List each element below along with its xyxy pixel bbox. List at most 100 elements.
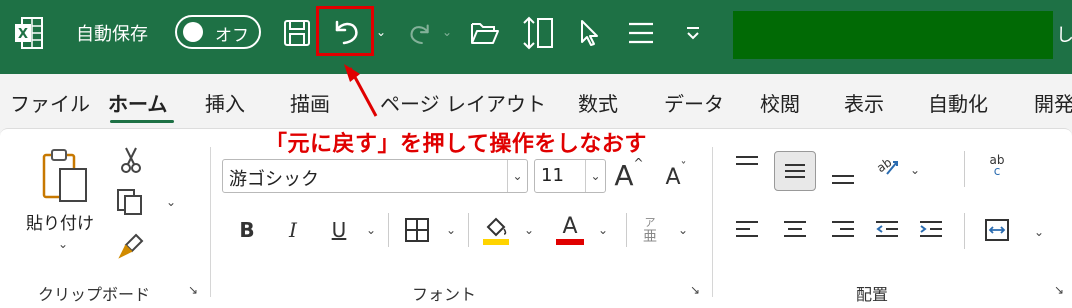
font-color-button[interactable]: A bbox=[552, 211, 588, 249]
merge-cells-icon bbox=[985, 219, 1009, 241]
align-middle-button[interactable] bbox=[774, 151, 816, 191]
decrease-indent-button[interactable] bbox=[870, 213, 904, 247]
clipboard-launcher-icon[interactable]: ↘ bbox=[188, 283, 202, 297]
alignment-launcher-icon[interactable]: ↘ bbox=[1054, 283, 1068, 297]
borders-button[interactable] bbox=[400, 213, 434, 247]
font-group-label: フォント bbox=[412, 285, 477, 304]
open-button[interactable] bbox=[468, 16, 502, 50]
text-orientation-icon: ab bbox=[874, 155, 898, 175]
paste-button[interactable] bbox=[38, 147, 94, 205]
align-top-icon bbox=[736, 156, 758, 165]
underline-dropdown-icon[interactable]: ⌄ bbox=[366, 223, 376, 237]
font-name-select[interactable]: 游ゴシック ⌄ bbox=[222, 159, 528, 193]
customize-icon bbox=[687, 27, 699, 40]
font-color-dropdown-icon[interactable]: ⌄ bbox=[598, 223, 608, 237]
autosave-toggle[interactable]: オフ bbox=[175, 15, 261, 49]
align-left-button[interactable] bbox=[730, 213, 764, 247]
grow-font-label: A bbox=[614, 158, 634, 192]
align-right-icon bbox=[832, 221, 854, 237]
tab-file[interactable]: ファイル bbox=[10, 88, 90, 117]
phonetic-bottom: 亜 bbox=[643, 228, 657, 245]
tab-automate[interactable]: 自動化 bbox=[928, 88, 988, 117]
tab-data[interactable]: データ bbox=[664, 88, 724, 117]
orientation-dropdown-icon[interactable]: ⌄ bbox=[910, 163, 920, 177]
scissors-icon bbox=[121, 147, 141, 173]
increase-indent-button[interactable] bbox=[914, 213, 948, 247]
title-bar: X 自動保存 オフ ⌄ ⌄ し bbox=[0, 0, 1072, 74]
italic-button[interactable]: I bbox=[280, 213, 306, 247]
bold-button[interactable]: B bbox=[234, 213, 260, 247]
font-size-select[interactable]: 11 ⌄ bbox=[534, 159, 606, 193]
customize-button[interactable] bbox=[678, 18, 708, 48]
align-right-button[interactable] bbox=[826, 213, 860, 247]
borders-dropdown-icon[interactable]: ⌄ bbox=[446, 223, 456, 237]
paste-dropdown-icon[interactable]: ⌄ bbox=[58, 237, 68, 251]
font-name-value: 游ゴシック bbox=[229, 169, 319, 190]
pointer-button[interactable] bbox=[574, 16, 604, 50]
increase-indent-icon bbox=[920, 221, 942, 237]
undo-button[interactable] bbox=[316, 6, 374, 56]
merge-center-button[interactable] bbox=[980, 213, 1014, 247]
phonetic-top: ア bbox=[644, 215, 656, 229]
undo-dropdown-icon[interactable]: ⌄ bbox=[374, 22, 388, 42]
cut-button[interactable] bbox=[116, 143, 146, 177]
excel-logo-icon: X bbox=[14, 16, 44, 50]
fill-color-dropdown-icon[interactable]: ⌄ bbox=[524, 223, 534, 237]
paste-icon bbox=[42, 149, 87, 202]
list-button[interactable] bbox=[624, 16, 658, 50]
paintbrush-icon bbox=[118, 233, 144, 259]
tab-review[interactable]: 校閲 bbox=[760, 88, 800, 117]
svg-text:ab: ab bbox=[874, 155, 894, 175]
wrap-text-button[interactable]: ab c bbox=[980, 149, 1014, 183]
separator bbox=[388, 213, 389, 247]
tab-insert[interactable]: 挿入 bbox=[205, 88, 245, 117]
separator bbox=[964, 213, 965, 249]
tab-view[interactable]: 表示 bbox=[844, 88, 884, 117]
active-tab-underline bbox=[110, 120, 174, 123]
align-center-button[interactable] bbox=[778, 213, 812, 247]
tab-draw[interactable]: 描画 bbox=[290, 88, 330, 117]
align-bottom-button[interactable] bbox=[826, 157, 860, 191]
fill-color-button[interactable] bbox=[478, 211, 514, 249]
title-tail: し bbox=[1056, 25, 1072, 46]
grow-font-button[interactable]: A ^ bbox=[612, 156, 646, 193]
save-button[interactable] bbox=[280, 16, 314, 50]
separator bbox=[626, 213, 627, 247]
redo-button[interactable] bbox=[404, 16, 438, 50]
undo-icon bbox=[335, 20, 358, 45]
copy-button[interactable] bbox=[112, 185, 146, 219]
down-arrow-icon: ˇ bbox=[680, 160, 687, 174]
title-box bbox=[733, 11, 1053, 59]
svg-text:X: X bbox=[18, 27, 28, 42]
separator bbox=[964, 151, 965, 187]
touch-mode-button[interactable] bbox=[520, 14, 556, 52]
align-top-button[interactable] bbox=[730, 149, 764, 183]
autosave-state: オフ bbox=[215, 26, 249, 46]
merge-dropdown-icon[interactable]: ⌄ bbox=[1034, 225, 1044, 239]
paste-label: 貼り付け bbox=[26, 214, 94, 234]
chevron-down-icon[interactable]: ⌄ bbox=[585, 160, 605, 192]
paint-bucket-icon bbox=[483, 217, 509, 245]
tab-home[interactable]: ホーム bbox=[108, 88, 167, 117]
orientation-button[interactable]: ab bbox=[870, 149, 904, 183]
tab-developer[interactable]: 開発 bbox=[1034, 88, 1072, 117]
ribbon-tabs: ファイル ホーム 挿入 描画 ページ レイアウト 数式 データ 校閲 表示 自動… bbox=[0, 74, 1072, 130]
chevron-down-icon[interactable]: ⌄ bbox=[507, 160, 527, 192]
wrap-label2: c bbox=[993, 164, 1001, 178]
copy-dropdown-icon[interactable]: ⌄ bbox=[166, 195, 176, 209]
copy-icon bbox=[117, 189, 142, 215]
autosave-label: 自動保存 bbox=[76, 24, 148, 45]
format-painter-button[interactable] bbox=[114, 229, 148, 263]
tab-page-layout[interactable]: ページ レイアウト bbox=[380, 88, 546, 117]
underline-button[interactable]: U bbox=[326, 213, 352, 247]
redo-dropdown-icon[interactable]: ⌄ bbox=[440, 22, 454, 42]
font-launcher-icon[interactable]: ↘ bbox=[690, 283, 704, 297]
tab-formulas[interactable]: 数式 bbox=[578, 88, 618, 117]
separator bbox=[468, 213, 469, 247]
redo-icon bbox=[410, 24, 429, 45]
align-left-icon bbox=[736, 221, 758, 237]
shrink-font-button[interactable]: Aˇ bbox=[660, 160, 692, 193]
phonetic-dropdown-icon[interactable]: ⌄ bbox=[678, 223, 688, 237]
borders-icon bbox=[405, 218, 429, 242]
phonetic-button[interactable]: ア 亜 bbox=[636, 211, 664, 249]
